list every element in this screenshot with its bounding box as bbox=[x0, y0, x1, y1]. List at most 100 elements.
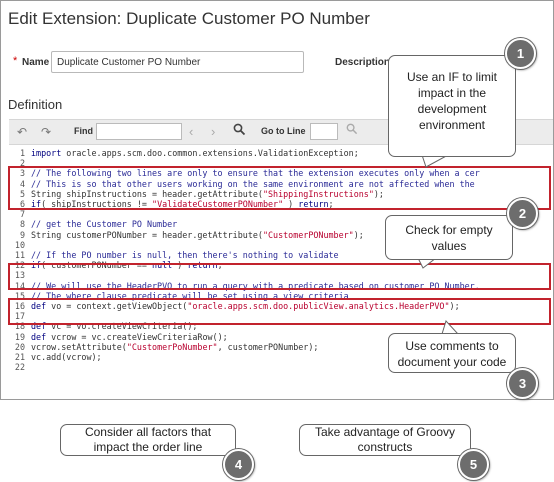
code-token: "ShippingInstructions" bbox=[262, 188, 374, 199]
line-number: 20 bbox=[14, 341, 25, 352]
name-input[interactable]: Duplicate Customer PO Number bbox=[51, 51, 304, 73]
required-mark: * bbox=[13, 55, 18, 67]
callout-2-text: Check for empty values bbox=[405, 223, 493, 253]
undo-icon[interactable]: ↶ bbox=[17, 125, 27, 139]
line-number: 5 bbox=[19, 188, 25, 199]
chevron-left-icon[interactable]: ‹ bbox=[189, 124, 193, 139]
line-number: 19 bbox=[14, 331, 25, 342]
code-token: "CustomerPoNumber" bbox=[126, 341, 218, 352]
code-token: ) bbox=[172, 260, 188, 271]
code-line[interactable]: 16 def vo = context.getViewObject("oracle… bbox=[9, 301, 460, 311]
code-token: import bbox=[31, 148, 62, 158]
code-token: vc.add(vcrow); bbox=[31, 352, 102, 362]
code-token: ; bbox=[217, 260, 223, 271]
code-line[interactable]: 17 bbox=[9, 311, 31, 321]
callout-2-badge: 2 bbox=[507, 198, 538, 229]
callout-1-text: Use an IF to limit impact in the develop… bbox=[406, 70, 498, 132]
code-line[interactable]: 22 bbox=[9, 362, 31, 372]
code-token: // The where clause predicate will be se… bbox=[31, 290, 349, 301]
code-line[interactable]: 1 import oracle.apps.scm.doo.common.exten… bbox=[9, 148, 359, 158]
code-line[interactable]: 15 // The where clause predicate will be … bbox=[9, 291, 349, 301]
code-token: String customerPONumber = header.getAttr… bbox=[31, 229, 263, 240]
code-token: def bbox=[31, 321, 47, 332]
line-number: 13 bbox=[14, 270, 25, 281]
code-line[interactable]: 20 vcrow.setAttribute("CustomerPoNumber",… bbox=[9, 341, 319, 352]
name-label: Name bbox=[22, 57, 50, 68]
callout-4: Consider all factors that impact the ord… bbox=[60, 424, 236, 456]
callout-1-pointer bbox=[421, 155, 449, 168]
line-number: 18 bbox=[14, 321, 25, 332]
callout-4-badge: 4 bbox=[223, 449, 254, 480]
code-line[interactable]: 21 vc.add(vcrow); bbox=[9, 352, 102, 362]
code-token: // We will use the HeaderPVO to run a qu… bbox=[31, 280, 480, 291]
code-token: if bbox=[31, 260, 42, 271]
code-line[interactable]: 11 // If the PO number is null, then ther… bbox=[9, 250, 339, 260]
line-number: 10 bbox=[14, 239, 25, 250]
code-line[interactable]: 3 // The following two lines are only to … bbox=[9, 168, 480, 178]
code-token: oracle.apps.scm.doo.common.extensions.Va… bbox=[61, 148, 359, 158]
code-line[interactable]: 9 String customerPONumber = header.getAtt… bbox=[9, 230, 364, 240]
line-number: 2 bbox=[19, 158, 25, 169]
code-token: ); bbox=[449, 301, 460, 311]
code-line[interactable]: 10 bbox=[9, 240, 31, 250]
code-token: return bbox=[298, 199, 329, 209]
code-token: , customerPONumber); bbox=[217, 341, 319, 352]
code-token: def bbox=[31, 301, 47, 311]
code-token: vc = vo.createViewCriteria(); bbox=[46, 321, 198, 332]
code-line[interactable]: 7 bbox=[9, 209, 31, 219]
line-number: 4 bbox=[19, 178, 25, 189]
code-token: def bbox=[31, 331, 47, 342]
code-token: // get the Customer PO Number bbox=[31, 219, 178, 230]
go-to-line-input[interactable] bbox=[310, 123, 338, 140]
code-token: String shipInstructions = header.getAttr… bbox=[31, 188, 263, 199]
callout-5-text: Take advantage of Groovy constructs bbox=[314, 425, 456, 454]
code-token: ( customerPONumber == bbox=[41, 260, 153, 271]
go-to-line-label: Go to Line bbox=[261, 126, 306, 136]
chevron-right-icon[interactable]: › bbox=[211, 124, 215, 139]
page-title: Edit Extension: Duplicate Customer PO Nu… bbox=[8, 9, 370, 28]
code-token: vcrow = vc.createViewCriteriaRow(); bbox=[46, 331, 228, 342]
code-token: // This is so that other users working o… bbox=[31, 178, 475, 189]
code-token: if bbox=[31, 199, 42, 209]
code-line[interactable]: 19 def vcrow = vc.createViewCriteriaRow()… bbox=[9, 332, 228, 342]
code-token: return bbox=[187, 260, 218, 271]
code-token: ); bbox=[373, 188, 384, 199]
callout-5-badge: 5 bbox=[458, 449, 489, 480]
code-line[interactable]: 8 // get the Customer PO Number bbox=[9, 219, 177, 229]
code-token: ); bbox=[353, 229, 364, 240]
code-line[interactable]: 13 bbox=[9, 270, 31, 280]
code-line[interactable]: 6 if( shipInstructions != "ValidateCustom… bbox=[9, 199, 334, 209]
definition-title: Definition bbox=[8, 97, 63, 112]
line-number: 16 bbox=[14, 301, 25, 311]
line-number: 7 bbox=[19, 209, 25, 220]
code-line[interactable]: 18 def vc = vo.createViewCriteria(); bbox=[9, 321, 198, 332]
line-number: 6 bbox=[19, 199, 25, 209]
code-line[interactable]: 12 if( customerPONumber == null ) return; bbox=[9, 260, 223, 270]
code-token: null bbox=[152, 260, 173, 271]
code-token: ; bbox=[328, 199, 334, 209]
line-number: 15 bbox=[14, 290, 25, 301]
code-token: "oracle.apps.scm.doo.publicView.analytic… bbox=[187, 301, 450, 311]
code-token: // The following two lines are only to e… bbox=[31, 168, 480, 179]
callout-1-badge: 1 bbox=[505, 38, 536, 69]
description-label: Description bbox=[335, 57, 391, 68]
callout-3: Use comments to document your code bbox=[388, 333, 516, 373]
code-token: ( shipInstructions != bbox=[41, 199, 153, 209]
code-line[interactable]: 2 bbox=[9, 158, 31, 168]
code-token: ) bbox=[283, 199, 299, 209]
search-icon[interactable] bbox=[233, 123, 246, 139]
code-token: "CustomerPONumber" bbox=[262, 229, 354, 240]
code-token: vo = context.getViewObject( bbox=[46, 301, 188, 311]
code-token: // If the PO number is null, then there'… bbox=[31, 250, 339, 260]
find-input[interactable] bbox=[96, 123, 182, 140]
code-line[interactable]: 4 // This is so that other users working … bbox=[9, 179, 475, 189]
callout-4-text: Consider all factors that impact the ord… bbox=[84, 425, 212, 454]
callout-1: Use an IF to limit impact in the develop… bbox=[388, 55, 516, 157]
redo-icon[interactable]: ↷ bbox=[41, 125, 51, 139]
find-label: Find bbox=[74, 126, 93, 136]
code-line[interactable]: 14 // We will use the HeaderPVO to run a … bbox=[9, 281, 480, 291]
code-token: "ValidateCustomerPONumber" bbox=[152, 199, 284, 209]
line-number: 3 bbox=[19, 168, 25, 179]
code-line[interactable]: 5 String shipInstructions = header.getAtt… bbox=[9, 189, 384, 199]
go-search-icon[interactable] bbox=[346, 123, 358, 138]
